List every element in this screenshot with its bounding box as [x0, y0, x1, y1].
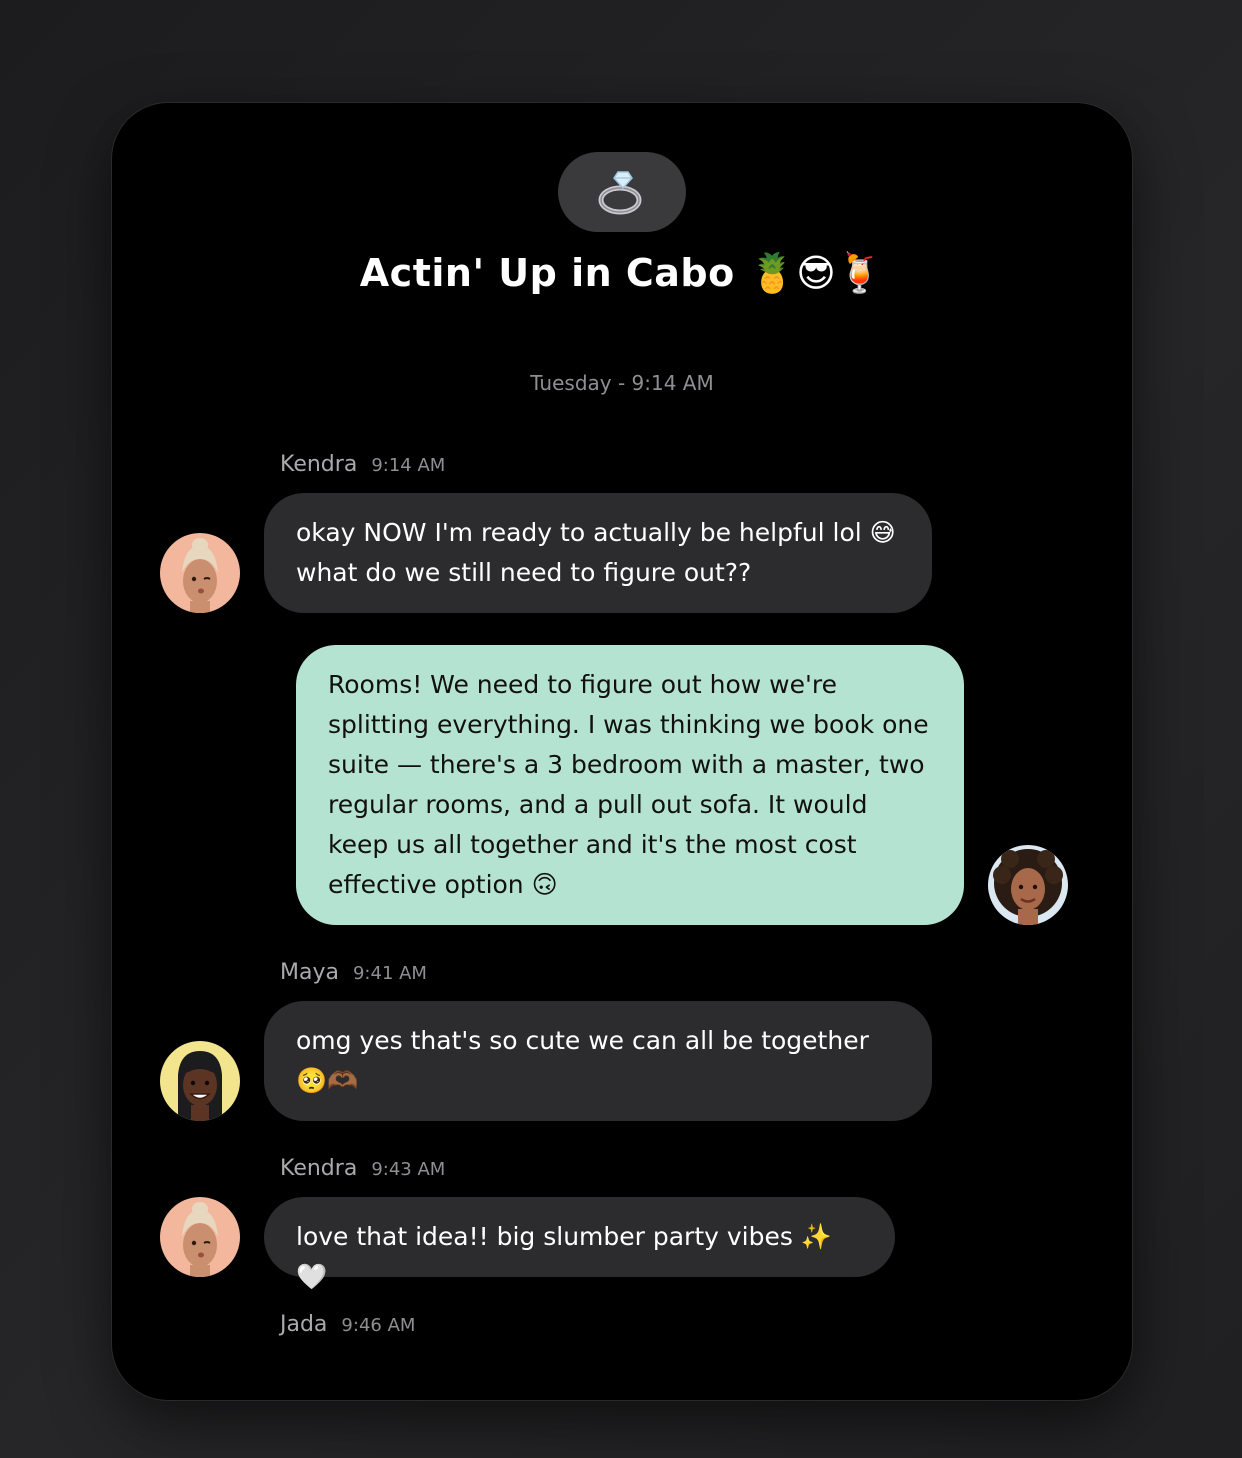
sender-name: Maya [280, 960, 339, 985]
message-bubble[interactable]: omg yes that's so cute we can all be tog… [264, 1001, 932, 1121]
message-meta: Kendra 9:43 AM [280, 1156, 445, 1181]
ring-icon [598, 171, 642, 215]
conversation-title: Actin' Up in Cabo 🍍😎🍹 [359, 251, 885, 295]
message-meta: Kendra 9:14 AM [280, 452, 445, 477]
message-meta: Jada 9:46 AM [280, 1312, 415, 1337]
message-bubble[interactable]: love that idea!! big slumber party vibes… [264, 1197, 895, 1291]
kendra-avatar[interactable] [160, 1197, 240, 1277]
message-time: 9:46 AM [341, 1315, 416, 1336]
sender-name: Jada [280, 1312, 328, 1337]
chat-window: Actin' Up in Cabo 🍍😎🍹 Tuesday - 9:14 AM … [112, 103, 1132, 1400]
message-text: okay NOW I'm ready to actually be helpfu… [296, 518, 896, 587]
sender-name: Kendra [280, 1156, 358, 1181]
sender-name: Kendra [280, 452, 358, 477]
kendra-avatar[interactable] [160, 533, 240, 613]
group-icon-button[interactable] [558, 152, 686, 232]
message-text: love that idea!! big slumber party vibes… [296, 1222, 832, 1291]
message-time: 9:43 AM [371, 1159, 446, 1180]
message-bubble[interactable]: okay NOW I'm ready to actually be helpfu… [264, 493, 932, 613]
message-time: 9:41 AM [352, 963, 427, 984]
maya-avatar[interactable] [160, 1041, 240, 1121]
message-text: Rooms! We need to figure out how we're s… [328, 670, 929, 899]
date-separator: Tuesday - 9:14 AM [530, 371, 714, 395]
message-text: omg yes that's so cute we can all be tog… [296, 1026, 869, 1095]
message-meta: Maya 9:41 AM [280, 960, 427, 985]
self-avatar[interactable] [988, 845, 1068, 925]
message-time: 9:14 AM [371, 455, 446, 476]
outgoing-message-bubble[interactable]: Rooms! We need to figure out how we're s… [296, 645, 964, 925]
